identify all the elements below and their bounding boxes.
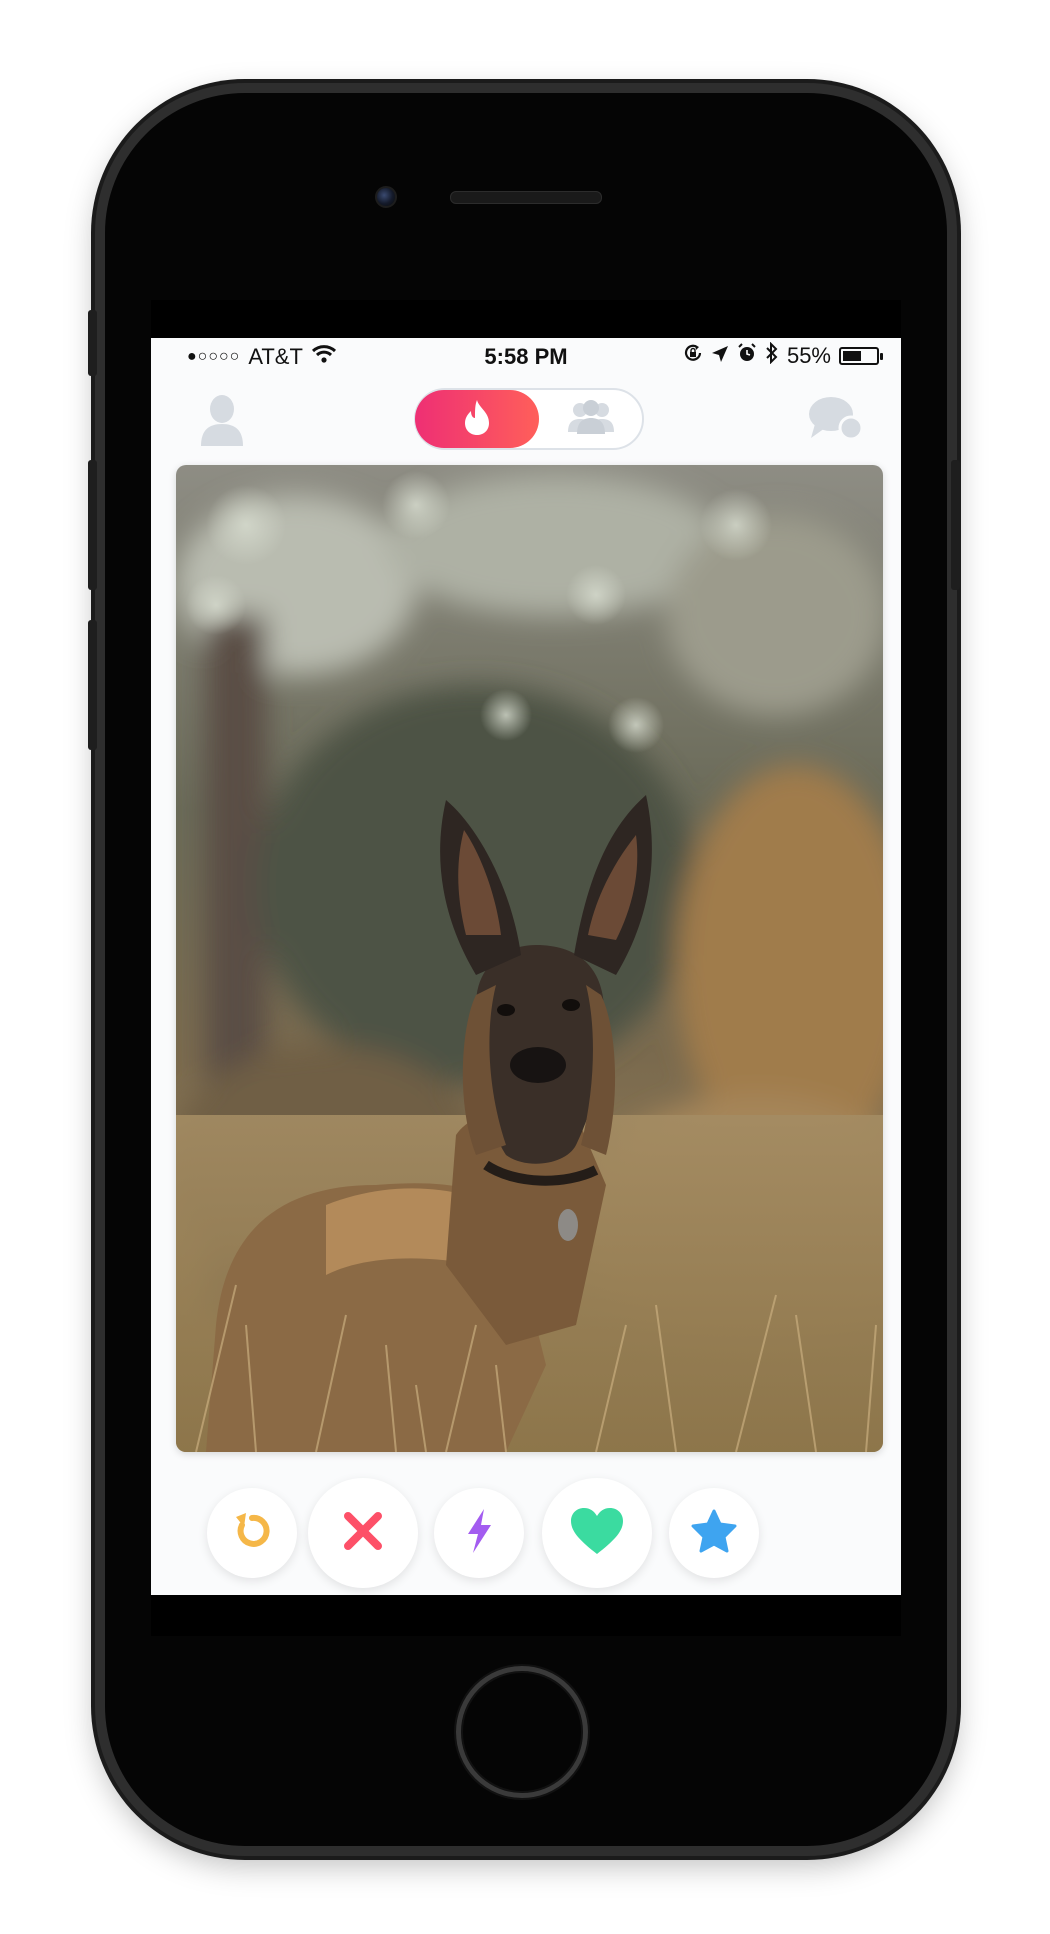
like-button[interactable] [542,1478,652,1588]
tinder-app: ●○○○○ AT&T 5:58 PM 55% [151,338,901,1595]
dog-photo [176,465,883,1452]
profile-icon[interactable] [199,392,245,448]
flame-icon [462,398,492,441]
alarm-icon [737,343,757,369]
boost-button[interactable] [434,1488,524,1578]
profile-card[interactable] [176,465,883,1452]
location-icon [711,343,729,369]
top-nav [151,382,901,462]
lock-rotation-icon [683,343,703,369]
nope-button[interactable] [308,1478,418,1588]
status-bar: ●○○○○ AT&T 5:58 PM 55% [151,338,901,374]
volume-up-button [88,460,97,590]
action-bar [151,1468,901,1588]
tab-discover[interactable] [415,390,539,448]
volume-down-button [88,620,97,750]
heart-icon [569,1506,625,1561]
group-icon [565,399,617,439]
screen: ●○○○○ AT&T 5:58 PM 55% [151,300,901,1636]
battery-icon [839,347,883,365]
close-icon [340,1508,386,1559]
battery-level [843,351,861,361]
messages-icon[interactable] [807,394,864,442]
power-button [951,460,960,590]
earpiece-speaker [450,191,602,204]
rewind-button[interactable] [207,1488,297,1578]
bluetooth-icon [765,341,779,370]
star-icon [691,1509,737,1558]
mode-toggle[interactable] [414,388,644,450]
battery-percent: 55% [786,343,831,368]
super-like-button[interactable] [669,1488,759,1578]
rewind-icon [230,1509,274,1558]
home-button[interactable] [456,1666,588,1798]
mute-switch [88,310,97,376]
front-camera [375,186,397,208]
lightning-icon [464,1508,494,1559]
tab-group[interactable] [539,390,642,448]
